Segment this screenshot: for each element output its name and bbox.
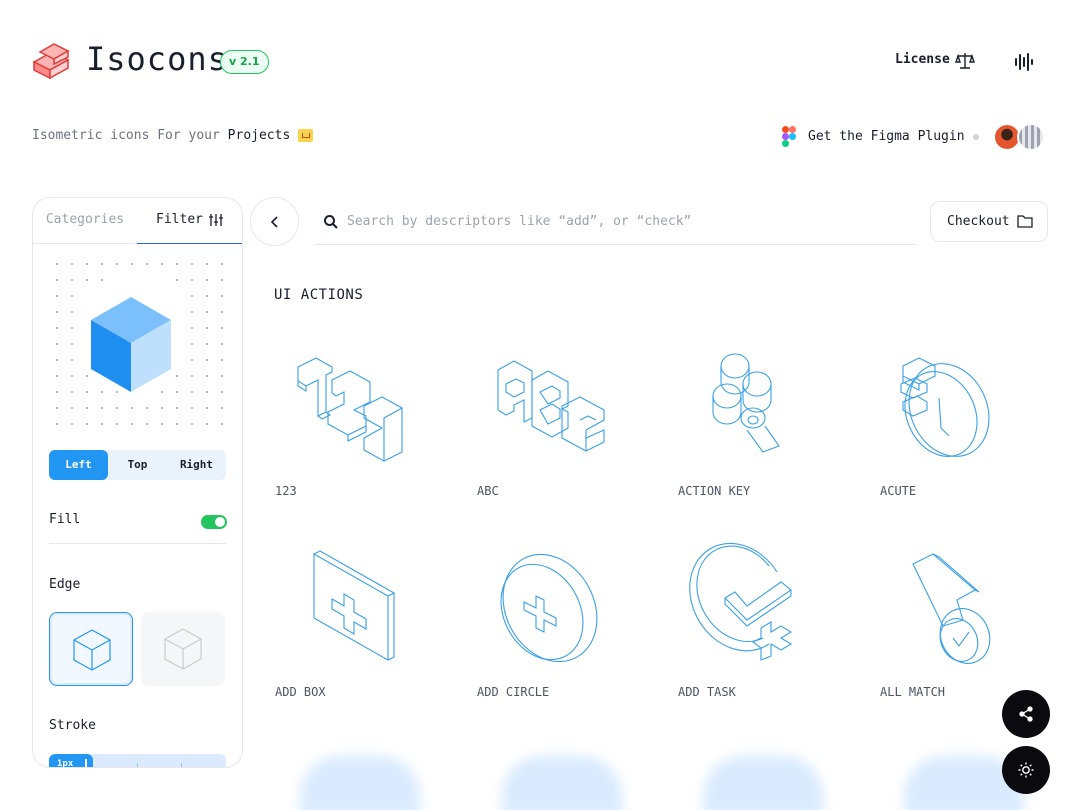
icon-label: 123 xyxy=(275,484,297,498)
fill-label: Fill xyxy=(49,512,81,527)
edge-label: Edge xyxy=(49,577,81,592)
version-badge: v 2.1 xyxy=(220,50,269,74)
brand-name[interactable]: Isocons xyxy=(86,40,228,78)
avatar[interactable] xyxy=(1017,123,1045,151)
action-key-icon xyxy=(712,353,780,453)
terminal-emoji-icon xyxy=(298,129,313,142)
view-top-button[interactable]: Top xyxy=(108,450,167,480)
figma-icon[interactable] xyxy=(782,126,796,147)
icon-card[interactable]: 123 xyxy=(274,340,464,530)
sun-icon xyxy=(1018,762,1034,778)
icon-label: ALL MATCH xyxy=(880,685,946,699)
slider-tick xyxy=(137,763,138,767)
numbers-123-icon xyxy=(297,357,403,462)
tagline-prefix: Isometric icons For your xyxy=(32,128,228,143)
checkout-label: Checkout xyxy=(947,214,1010,229)
icon-label: ABC xyxy=(477,484,499,498)
stroke-slider-handle[interactable] xyxy=(85,759,87,767)
icon-card[interactable]: ACTION KEY xyxy=(677,340,867,530)
figma-plugin-link[interactable]: Get the Figma Plugin xyxy=(808,129,965,144)
tagline-highlight: Projects xyxy=(227,128,291,143)
icon-placeholder xyxy=(703,756,823,810)
scale-icon[interactable] xyxy=(955,51,975,71)
icon-card[interactable]: ABC xyxy=(476,340,666,530)
view-left-button[interactable]: Left xyxy=(49,450,108,480)
icon-placeholder xyxy=(502,756,622,810)
icon-label: ACUTE xyxy=(880,484,917,498)
stroke-slider[interactable]: 1px xyxy=(49,754,226,767)
chevron-left-icon xyxy=(270,216,278,228)
add-box-icon xyxy=(313,550,396,661)
audio-wave-icon[interactable] xyxy=(1013,51,1035,73)
cube-preview xyxy=(56,263,223,425)
separator-dot xyxy=(973,134,979,140)
tab-filter-label: Filter xyxy=(156,212,203,227)
edge-option-plain[interactable] xyxy=(141,612,225,686)
icon-label: ADD BOX xyxy=(275,685,326,699)
folder-icon xyxy=(1017,215,1033,228)
icon-card[interactable]: ADD TASK xyxy=(677,540,867,730)
divider xyxy=(49,543,226,544)
view-angle-segmented: Left Top Right xyxy=(49,450,226,480)
cube-plain-icon xyxy=(164,628,202,670)
add-task-icon xyxy=(689,542,793,661)
theme-toggle-button[interactable] xyxy=(1002,746,1050,794)
collapse-sidebar-button[interactable] xyxy=(250,197,299,246)
loading-icons-row xyxy=(270,740,1030,810)
acute-clock-icon xyxy=(900,357,990,457)
letters-abc-icon xyxy=(497,360,605,452)
checkout-button[interactable]: Checkout xyxy=(930,201,1048,242)
all-match-icon xyxy=(912,553,991,664)
stroke-label: Stroke xyxy=(49,718,96,733)
section-title: UI ACTIONS xyxy=(274,287,364,303)
search-input[interactable] xyxy=(347,208,907,234)
logo-icon[interactable] xyxy=(30,40,72,82)
license-link[interactable]: License xyxy=(895,52,950,67)
tab-categories[interactable]: Categories xyxy=(33,198,137,244)
fill-toggle[interactable] xyxy=(201,515,227,529)
tagline: Isometric icons For your Projects xyxy=(32,128,290,143)
sidebar-tabs: Categories Filter xyxy=(33,198,242,244)
sliders-icon xyxy=(209,214,223,226)
filter-sidebar: Categories Filter Left Top Right Fill Ed… xyxy=(32,197,243,768)
cube-outline-icon xyxy=(73,629,111,671)
slider-tick xyxy=(181,763,182,767)
add-circle-icon xyxy=(500,553,598,663)
icon-card[interactable]: ADD CIRCLE xyxy=(476,540,666,730)
view-right-button[interactable]: Right xyxy=(167,450,226,480)
icon-label: ADD TASK xyxy=(678,685,736,699)
header: Isocons v 2.1 License Isometric icons Fo… xyxy=(0,0,1080,151)
share-icon xyxy=(1019,706,1033,722)
icon-label: ADD CIRCLE xyxy=(477,685,550,699)
icon-label: ACTION KEY xyxy=(678,484,751,498)
search-icon xyxy=(324,215,338,229)
search-bar xyxy=(315,198,915,245)
icon-card[interactable]: ACUTE xyxy=(879,340,1069,530)
icon-card[interactable]: ADD BOX xyxy=(274,540,464,730)
edge-option-outlined[interactable] xyxy=(49,612,133,686)
icon-placeholder xyxy=(300,756,420,810)
share-button[interactable] xyxy=(1002,690,1050,738)
tab-filter[interactable]: Filter xyxy=(137,198,242,244)
